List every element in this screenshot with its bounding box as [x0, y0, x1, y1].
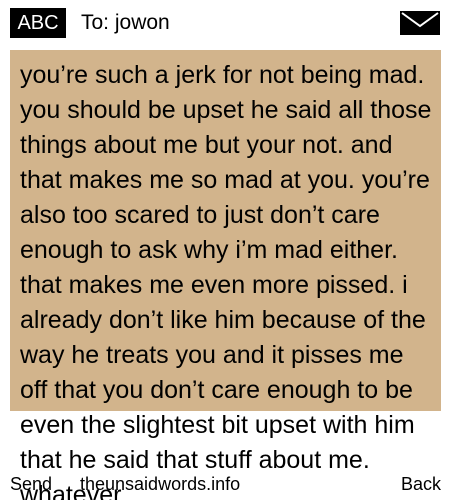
recipient-field[interactable]: To: jowon [81, 10, 170, 36]
input-mode-badge[interactable]: ABC [10, 8, 66, 38]
message-body[interactable]: you’re such a jerk for not being mad. yo… [20, 58, 435, 500]
back-softkey[interactable]: Back [401, 473, 441, 495]
send-softkey[interactable]: Send [10, 473, 52, 495]
site-label: theunsaidwords.info [80, 474, 241, 494]
message-header: ABC To: jowon [0, 0, 450, 46]
envelope-icon [400, 11, 440, 35]
phone-screen: ABC To: jowon you’re such a jerk for not… [0, 0, 450, 500]
